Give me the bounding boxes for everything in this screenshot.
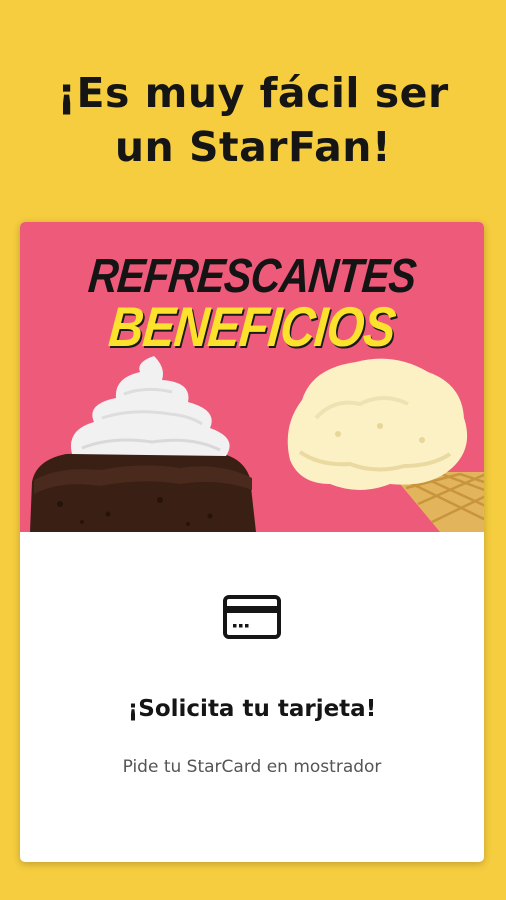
card-subtitle: Pide tu StarCard en mostrador — [122, 757, 382, 777]
card-title: ¡Solicita tu tarjeta! — [127, 696, 377, 722]
request-card-promo[interactable]: REFRESCANTES BENEFICIOS ¡Solicita tu tar… — [20, 222, 484, 862]
banner-heading-line-2: BENEFICIOS — [106, 295, 398, 358]
credit-card-icon — [222, 594, 282, 640]
promo-banner-image: REFRESCANTES BENEFICIOS — [20, 222, 484, 532]
headline-line-2: un StarFan! — [114, 123, 392, 171]
headline-line-1: ¡Es muy fácil ser — [57, 69, 449, 117]
page-headline: ¡Es muy fácil ser un StarFan! — [0, 66, 506, 174]
